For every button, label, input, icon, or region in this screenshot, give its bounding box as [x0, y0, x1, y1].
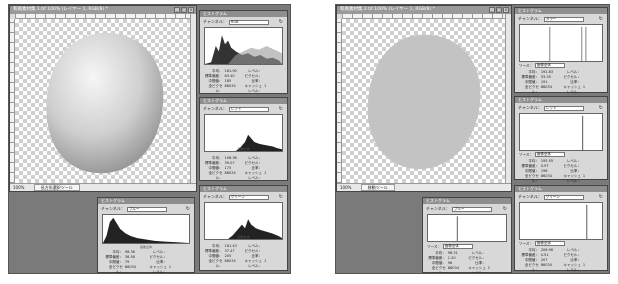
flat-shape-image [367, 34, 481, 170]
zoom-level[interactable]: 100% [340, 185, 351, 190]
histogram-stats: 平均： 98.36 レベル： 標準偏差： 36.58 ピクセル： 中間値： 79 比率： 全… [102, 250, 190, 274]
source-label: ソース： [519, 241, 533, 246]
source-caption: 画像全体 [237, 147, 250, 151]
refresh-icon[interactable]: ↻ [599, 194, 603, 200]
refresh-icon[interactable]: ↻ [279, 106, 283, 112]
channel-label: チャンネル： [203, 194, 227, 199]
channel-select[interactable]: レッド [228, 106, 269, 112]
histogram-graph [427, 214, 507, 242]
document-title: 和風素材集 2.tif 100% (レイヤー 1, RGB/8) * [337, 6, 511, 14]
document-title: 和風素材集 1.tif 100% (レイヤー 1, RGB/8) * [10, 6, 196, 14]
panel-title: ヒストグラム [200, 98, 287, 104]
channel-label: チャンネル： [101, 206, 125, 211]
panel-title: ヒストグラム [98, 198, 194, 204]
panel-title: ヒストグラム [200, 11, 287, 17]
channel-label: チャンネル： [518, 194, 542, 199]
right-screenshot: 和風素材集 2.tif 100% (レイヤー 1, RGB/8) * _ □ ×… [335, 4, 610, 274]
panel-title: ヒストグラム [515, 186, 607, 192]
channel-label: チャンネル： [518, 105, 542, 110]
histogram-panel-green[interactable]: ヒストグラム チャンネル： グリーン ↻ ソース： 画像全体 平均： 206.96 レベ… [514, 185, 608, 273]
panel-title: ヒストグラム [423, 198, 511, 204]
close-button[interactable]: × [188, 7, 194, 13]
source-select[interactable]: 画像全体 [442, 244, 473, 249]
source-label: ソース： [519, 63, 533, 68]
refresh-icon[interactable]: ↻ [599, 16, 603, 22]
stone-image [46, 32, 164, 174]
histogram-panel-color[interactable]: ヒストグラム チャンネル： カラー ↻ ソース： 画像全体 平均： 192.83 レベル… [514, 7, 608, 95]
current-tool: 移動ツール [360, 184, 395, 191]
histogram-stats: 平均： 161.43 レベル： 標準偏差： 37.47 ピクセル： 中間値： 205 比率：… [204, 244, 283, 269]
channel-select[interactable]: レッド [543, 105, 584, 111]
stats-row: 全ピクセル： 86034 キャッシュレベル： 1 [208, 84, 267, 93]
window-controls: _ □ × [489, 7, 509, 13]
stats-row: 全ピクセル： 86034 キャッシュレベル： 1 [208, 171, 267, 180]
histogram-stats: 平均： 192.83 レベル： 標準偏差： 53.35 ピクセル： 中間値： 191 比率：… [519, 70, 603, 95]
panel-title: ヒストグラム [200, 186, 287, 192]
panel-title: ヒストグラム [515, 8, 607, 14]
window-controls: _ □ × [174, 7, 194, 13]
histogram-stats: 平均： 206.96 レベル： 標準偏差： 0.51 ピクセル： 中間値： 207 比率： … [519, 248, 603, 273]
source-select[interactable]: 画像全体 [534, 63, 565, 68]
source-caption: 画像全体 [237, 235, 250, 239]
stats-row: 全ピクセル： 86034 キャッシュレベル： 1 [524, 85, 586, 94]
histogram-panel-green[interactable]: ヒストグラム チャンネル： グリーン ↻ 画像全体 平均： 161.43 レベル： 標… [199, 185, 288, 271]
channel-select[interactable]: ブルー [126, 206, 167, 212]
maximize-button[interactable]: □ [181, 7, 187, 13]
document-window[interactable]: 和風素材集 1.tif 100% (レイヤー 1, RGB/8) * _ □ × [9, 5, 197, 192]
refresh-icon[interactable]: ↻ [599, 105, 603, 111]
channel-select[interactable]: グリーン [543, 194, 584, 200]
zoom-level[interactable]: 100% [13, 185, 24, 190]
vertical-scrollbar[interactable] [190, 14, 196, 183]
channel-select[interactable]: グリーン [228, 194, 269, 200]
refresh-icon[interactable]: ↻ [279, 194, 283, 200]
document-window[interactable]: 和風素材集 2.tif 100% (レイヤー 1, RGB/8) * _ □ ×… [336, 5, 512, 192]
histogram-stats: 平均： 161.90 レベル： 標準偏差： 63.40 ピクセル： 中間値： 185 比率：… [204, 69, 283, 94]
channel-label: チャンネル： [426, 206, 450, 211]
stats-row: 全ピクセル： 86034 キャッシュレベル： 1 [108, 265, 172, 274]
maximize-button[interactable]: □ [496, 7, 502, 13]
histogram-stats: 平均： 195.55 レベル： 標準偏差： 0.97 ピクセル： 中間値： 196 比率： … [519, 159, 603, 184]
histogram-graph [204, 27, 283, 65]
source-label: ソース： [519, 152, 533, 157]
channel-label: チャンネル： [203, 106, 227, 111]
channel-select[interactable]: カラー [543, 16, 584, 22]
current-tool: 長方形選択ツール [33, 184, 80, 191]
histogram-graph [519, 113, 603, 151]
source-label: ソース： [427, 244, 441, 249]
source-select[interactable]: 画像全体 [534, 241, 565, 246]
histogram-panel-red[interactable]: ヒストグラム チャンネル： レッド ↻ 画像全体 平均： 196.38 レベル： 標準… [199, 97, 288, 181]
histogram-stats: 平均： 196.38 レベル： 標準偏差： 39.07 ピクセル： 中間値： 175 比率：… [204, 156, 283, 181]
histogram-graph [519, 24, 603, 62]
stats-row: 全ピクセル： 86034 キャッシュレベル： 1 [524, 174, 586, 183]
minimize-button[interactable]: _ [174, 7, 180, 13]
panel-title: ヒストグラム [515, 97, 607, 103]
image-canvas[interactable] [342, 19, 505, 183]
stats-row: 全ピクセル： 86034 キャッシュレベル： 1 [524, 263, 586, 272]
image-canvas[interactable] [15, 19, 190, 183]
source-select[interactable]: 画像全体 [534, 152, 565, 157]
channel-label: チャンネル： [203, 19, 227, 24]
left-screenshot: 和風素材集 1.tif 100% (レイヤー 1, RGB/8) * _ □ × [8, 4, 291, 274]
histogram-graph [102, 214, 190, 244]
minimize-button[interactable]: _ [489, 7, 495, 13]
status-bar: 100% 長方形選択ツール [10, 183, 196, 191]
histogram-graph [519, 202, 603, 240]
refresh-icon[interactable]: ↻ [279, 19, 283, 25]
refresh-icon[interactable]: ↻ [186, 206, 190, 212]
close-button[interactable]: × [503, 7, 509, 13]
histogram-panel-red[interactable]: ヒストグラム チャンネル： レッド ↻ ソース： 画像全体 平均： 195.55 レベル… [514, 96, 608, 183]
channel-label: チャンネル： [518, 16, 542, 21]
refresh-icon[interactable]: ↻ [503, 206, 507, 212]
histogram-stats: 平均： 96.31 レベル： 標準偏差： 1.20 ピクセル： 中間値： 96 比率： 全ピ… [427, 251, 507, 274]
vertical-scrollbar[interactable] [505, 14, 511, 183]
stats-row: 全ピクセル： 86034 キャッシュレベル： 1 [431, 266, 491, 274]
channel-select[interactable]: ブルー [451, 206, 492, 212]
histogram-panel-blue[interactable]: ヒストグラム チャンネル： ブルー ↻ 画像全体 平均： 98.36 レベル： 標準偏… [97, 197, 195, 273]
status-bar: 100% 移動ツール [337, 183, 511, 191]
source-caption: 画像全体 [139, 245, 152, 249]
channel-select[interactable]: RGB [228, 19, 269, 25]
histogram-panel-blue[interactable]: ヒストグラム チャンネル： ブルー ↻ ソース： 画像全体 平均： 96.31 レベル：… [422, 197, 512, 273]
histogram-panel-rgb[interactable]: ヒストグラム チャンネル： RGB ↻ 平均： 161.90 レベル： 標準偏差： 63… [199, 10, 288, 94]
stats-row: 全ピクセル： 86034 キャッシュレベル： 1 [208, 259, 267, 268]
